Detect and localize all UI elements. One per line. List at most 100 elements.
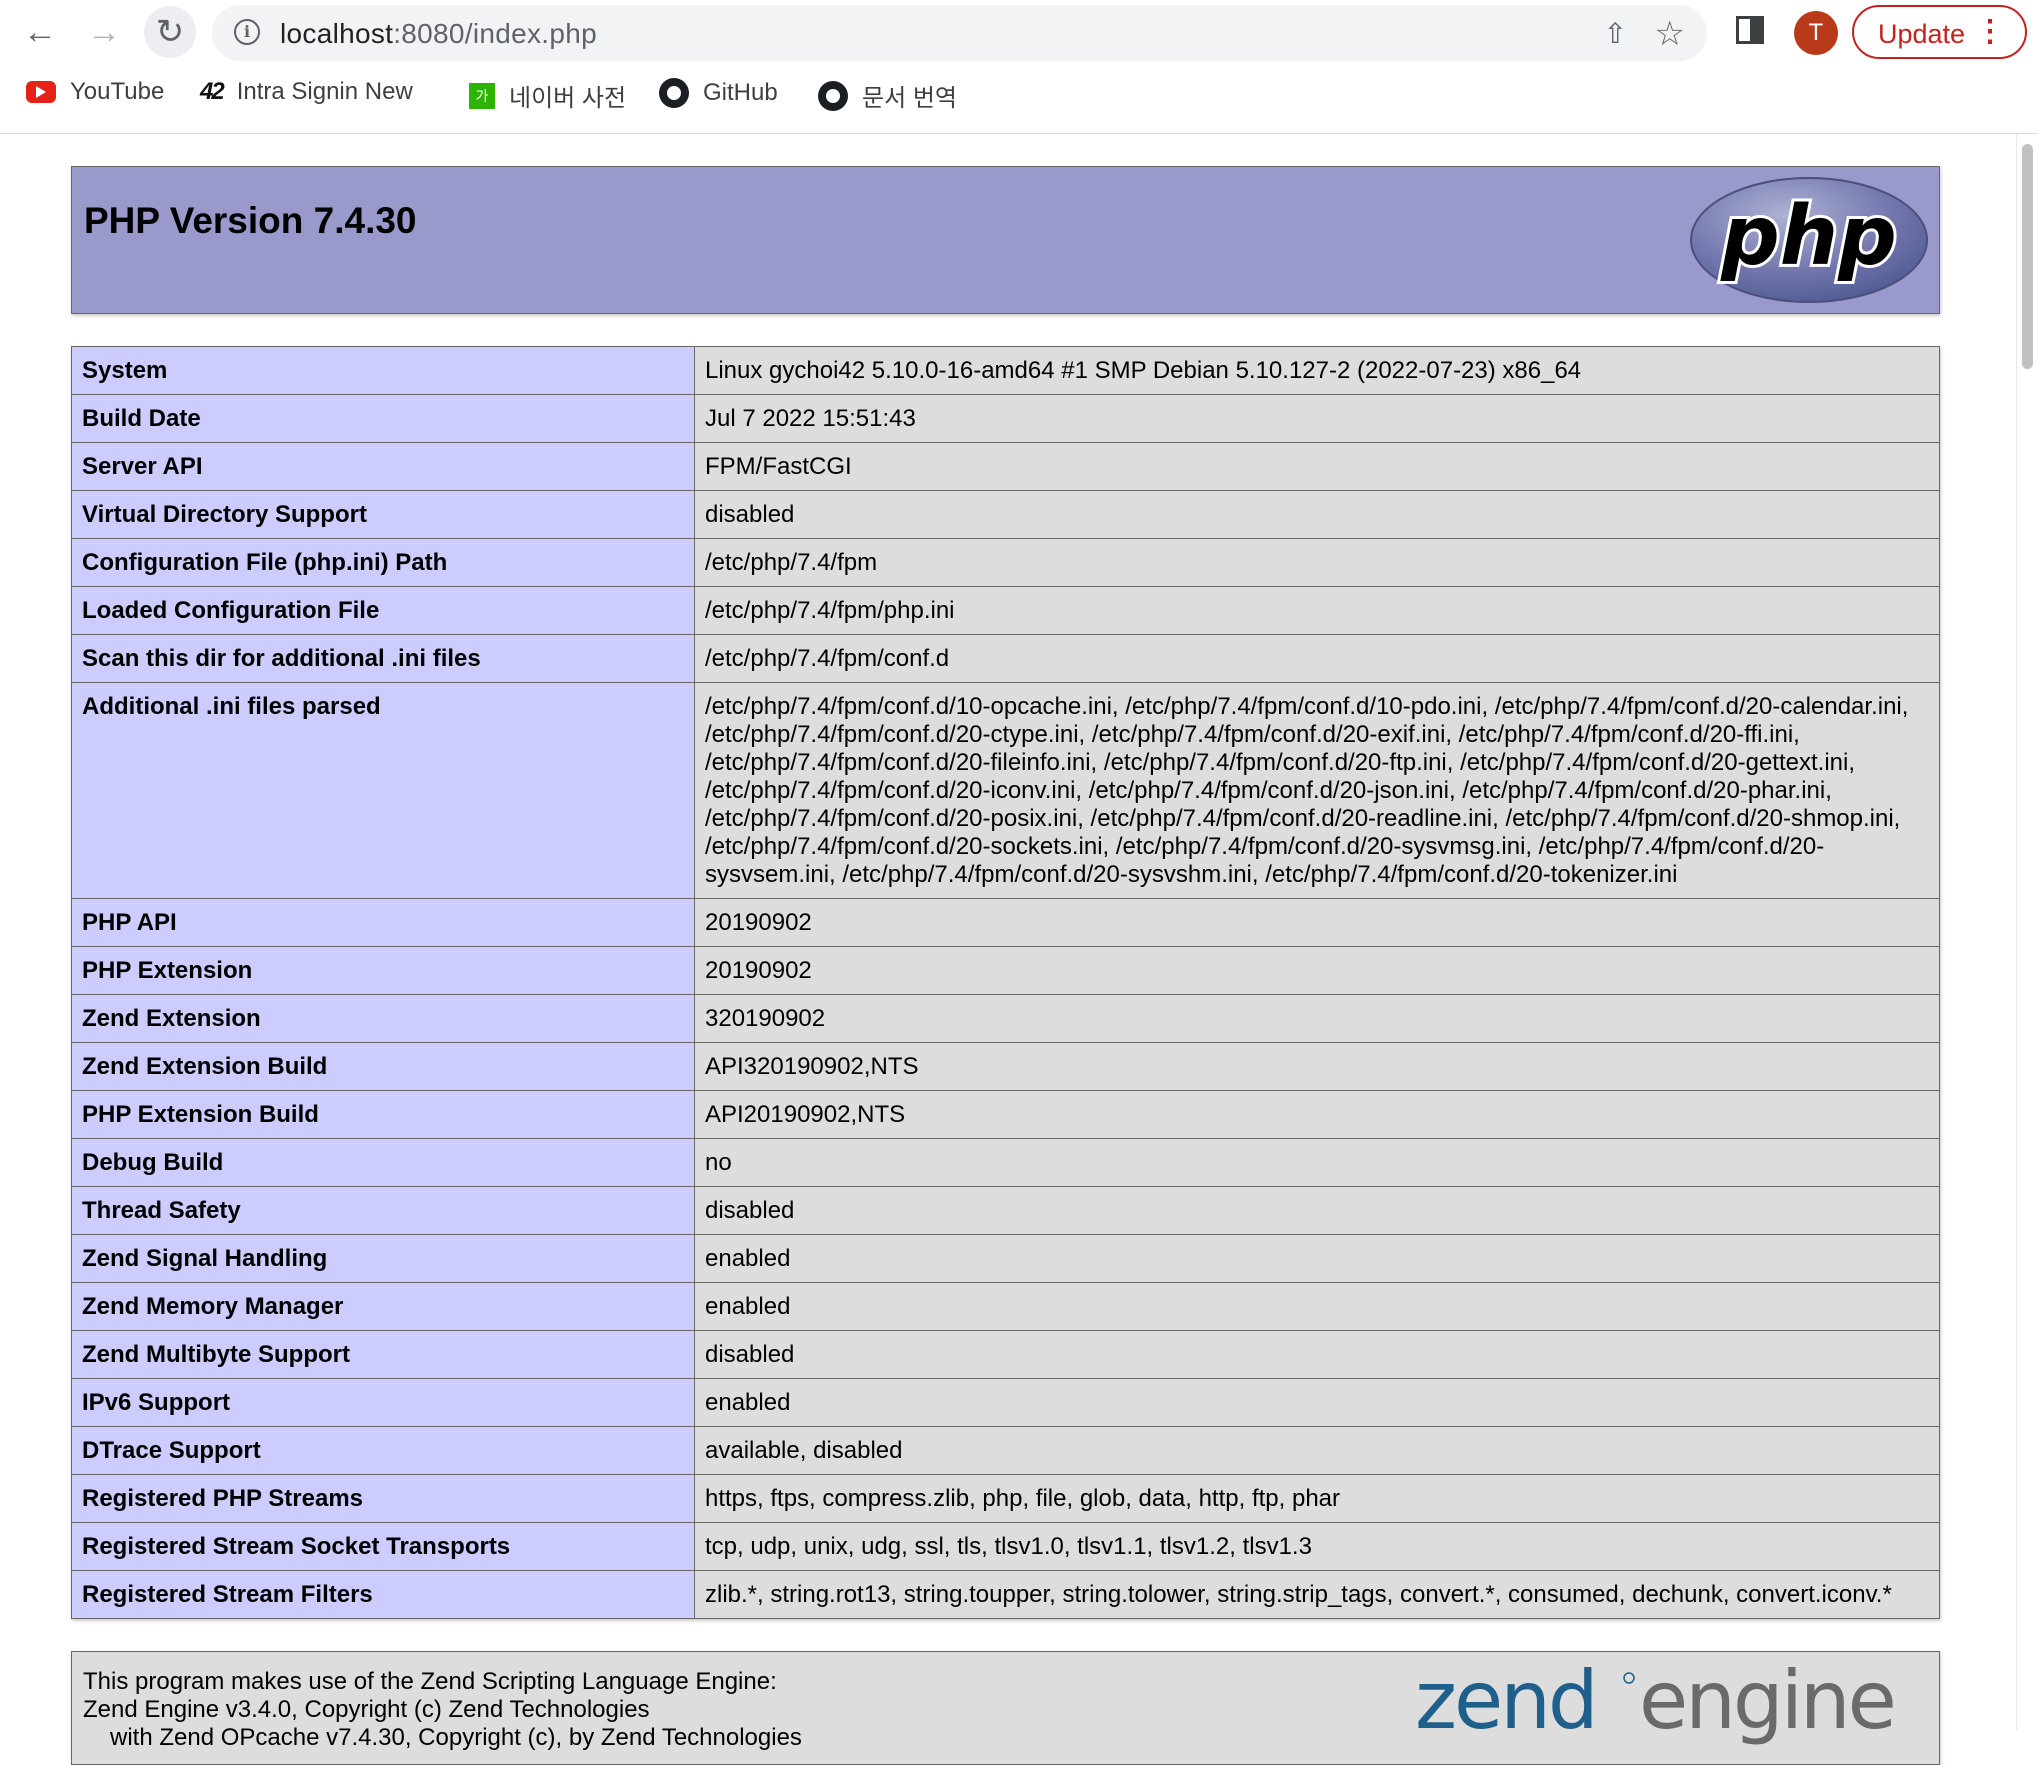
bookmark-intra-signin[interactable]: 42 Intra Signin New: [200, 78, 413, 106]
zend-credits: This program makes use of the Zend Scrip…: [83, 1668, 802, 1752]
info-row: Loaded Configuration File/etc/php/7.4/fp…: [71, 586, 1940, 635]
info-key: Configuration File (php.ini) Path: [71, 538, 695, 587]
registered-mark-icon: [1623, 1672, 1635, 1684]
info-key: PHP Extension Build: [71, 1090, 695, 1139]
info-row: Zend Memory Manager enabled: [71, 1282, 1940, 1331]
page-title: PHP Version 7.4.30: [84, 200, 417, 241]
php-logo-icon[interactable]: php php: [1689, 176, 1929, 304]
info-row: Configuration File (php.ini) Path/etc/ph…: [71, 538, 1940, 587]
info-row: Zend Multibyte Support disabled: [71, 1330, 1940, 1379]
bookmark-label: GitHub: [703, 79, 778, 106]
zend-engine-logo-icon[interactable]: zend engine: [1411, 1658, 1931, 1758]
info-key: Additional .ini files parsed: [71, 682, 695, 899]
info-value: enabled: [694, 1234, 1940, 1283]
info-value: 20190902: [694, 898, 1940, 947]
info-key: Registered Stream Filters: [71, 1570, 695, 1619]
info-key: Zend Extension Build: [71, 1042, 695, 1091]
browser-chrome: ← → ↻ i localhost:8080/index.php ⇧ ☆ T U…: [0, 0, 2038, 134]
info-key: Registered Stream Socket Transports: [71, 1522, 695, 1571]
update-label: Update: [1878, 19, 1966, 49]
php-version-header: PHP Version 7.4.30 php php: [71, 166, 1940, 314]
info-row: Thread Safety disabled: [71, 1186, 1940, 1235]
info-key: Zend Extension: [71, 994, 695, 1043]
info-value: FPM/FastCGI: [694, 442, 1940, 491]
info-row: PHP Extension Build API20190902,NTS: [71, 1090, 1940, 1139]
update-button[interactable]: Update ⋮: [1852, 5, 2027, 59]
info-key: System: [71, 346, 695, 395]
info-key: Registered PHP Streams: [71, 1474, 695, 1523]
info-row: IPv6 Support enabled: [71, 1378, 1940, 1427]
info-key: DTrace Support: [71, 1426, 695, 1475]
bookmark-github[interactable]: GitHub: [659, 78, 778, 108]
zend-logo-engine: engine: [1639, 1658, 1894, 1747]
info-row: Build Date Jul 7 2022 15:51:43: [71, 394, 1940, 443]
info-key: Debug Build: [71, 1138, 695, 1187]
info-value: API320190902,NTS: [694, 1042, 1940, 1091]
info-row: Registered Stream Filters zlib.*, string.…: [71, 1570, 1940, 1619]
bookmark-label: Intra Signin New: [236, 78, 413, 105]
zend-engine-footer: This program makes use of the Zend Scrip…: [71, 1651, 1940, 1765]
info-value: available, disabled: [694, 1426, 1940, 1475]
info-value: disabled: [694, 1186, 1940, 1235]
bookmark-star-icon[interactable]: ☆: [1655, 14, 1685, 54]
info-row: PHP Extension 20190902: [71, 946, 1940, 995]
back-arrow-icon[interactable]: ←: [16, 8, 64, 56]
vertical-scrollbar[interactable]: [2016, 134, 2038, 1730]
php-info-table: System Linux gychoi42 5.10.0-16-amd64 #1 …: [71, 346, 1940, 1619]
youtube-icon: [26, 81, 56, 103]
info-value: API20190902,NTS: [694, 1090, 1940, 1139]
info-row: Virtual Directory Support disabled: [71, 490, 1940, 539]
forward-arrow-icon[interactable]: →: [80, 8, 128, 56]
info-row: Server API FPM/FastCGI: [71, 442, 1940, 491]
info-row: PHP API 20190902: [71, 898, 1940, 947]
info-value: /etc/php/7.4/fpm/php.ini: [694, 586, 1940, 635]
info-row: Zend Signal Handling enabled: [71, 1234, 1940, 1283]
php-logo-text: php: [1720, 189, 1897, 284]
reload-icon[interactable]: ↻: [144, 6, 196, 58]
profile-avatar[interactable]: T: [1794, 11, 1838, 55]
bookmark-label: YouTube: [70, 78, 165, 105]
phpinfo-page: PHP Version 7.4.30 php php System Linux g…: [71, 166, 1940, 1765]
address-bar[interactable]: i localhost:8080/index.php ⇧ ☆: [212, 5, 1707, 61]
bookmarks-bar: YouTube 42 Intra Signin New 가 네이버 사전 Git…: [0, 74, 2038, 118]
github-icon: [659, 78, 689, 108]
zend-logo-zend: zend: [1415, 1658, 1596, 1747]
info-key: Thread Safety: [71, 1186, 695, 1235]
info-key: IPv6 Support: [71, 1378, 695, 1427]
bookmark-youtube[interactable]: YouTube: [26, 78, 164, 106]
info-value: disabled: [694, 1330, 1940, 1379]
info-value: Linux gychoi42 5.10.0-16-amd64 #1 SMP De…: [694, 346, 1940, 395]
url-text[interactable]: localhost:8080/index.php: [280, 18, 597, 50]
bookmark-doc-translate[interactable]: 문서 번역: [818, 78, 957, 113]
more-menu-icon[interactable]: ⋮: [1975, 13, 2005, 51]
info-key: Zend Memory Manager: [71, 1282, 695, 1331]
info-value: 320190902: [694, 994, 1940, 1043]
info-row: Zend Extension 320190902: [71, 994, 1940, 1043]
url-host: localhost: [280, 18, 394, 49]
site-info-icon[interactable]: i: [234, 19, 260, 45]
info-value: zlib.*, string.rot13, string.toupper, st…: [694, 1570, 1940, 1619]
info-key: Server API: [71, 442, 695, 491]
info-value: /etc/php/7.4/fpm: [694, 538, 1940, 587]
zend-credit-line: with Zend OPcache v7.4.30, Copyright (c)…: [110, 1724, 802, 1751]
github-icon: [818, 80, 848, 111]
info-row: Zend Extension Build API320190902,NTS: [71, 1042, 1940, 1091]
bookmark-naver-dict[interactable]: 가 네이버 사전: [469, 78, 626, 113]
url-path: :8080/index.php: [393, 18, 597, 49]
scrollbar-thumb[interactable]: [2022, 144, 2033, 369]
bookmark-label: 문서 번역: [862, 85, 957, 112]
info-value: /etc/php/7.4/fpm/conf.d: [694, 634, 1940, 683]
side-panel-icon[interactable]: [1736, 16, 1764, 44]
zend-credit-line: Zend Engine v3.4.0, Copyright (c) Zend T…: [83, 1696, 650, 1723]
info-row: Debug Build no: [71, 1138, 1940, 1187]
info-row: System Linux gychoi42 5.10.0-16-amd64 #1 …: [71, 346, 1940, 395]
42-icon: 42: [200, 78, 225, 105]
info-value: enabled: [694, 1378, 1940, 1427]
info-value: tcp, udp, unix, udg, ssl, tls, tlsv1.0, …: [694, 1522, 1940, 1571]
share-icon[interactable]: ⇧: [1604, 17, 1627, 50]
info-key: Build Date: [71, 394, 695, 443]
info-key: PHP API: [71, 898, 695, 947]
zend-credit-line: This program makes use of the Zend Scrip…: [83, 1668, 777, 1695]
info-key: PHP Extension: [71, 946, 695, 995]
info-value: 20190902: [694, 946, 1940, 995]
